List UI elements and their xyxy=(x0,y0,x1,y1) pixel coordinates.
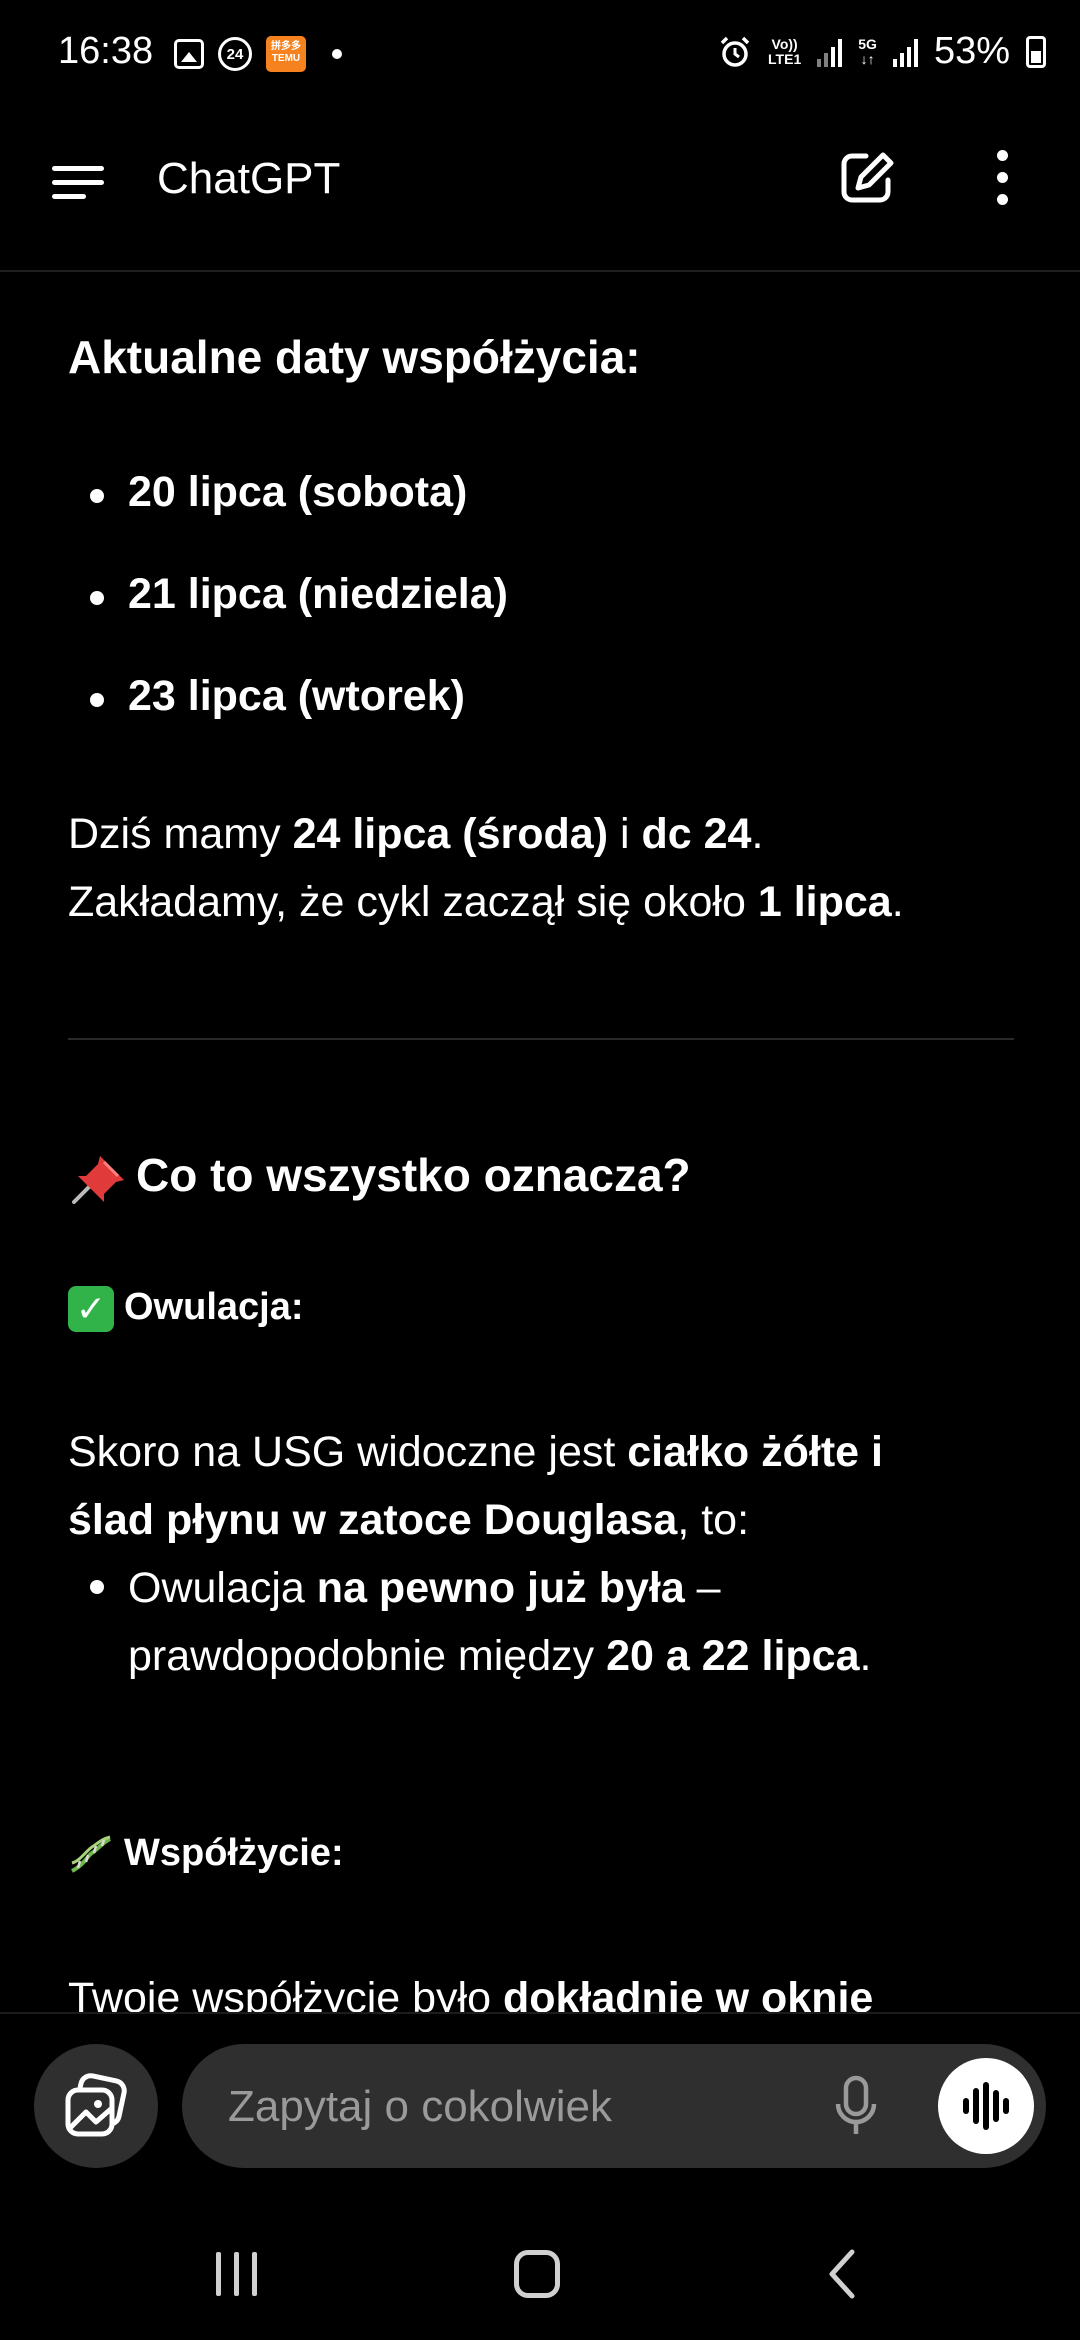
section-heading: Co to wszystko oznacza? xyxy=(68,1148,691,1206)
app-bar: ChatGPT xyxy=(0,110,1080,272)
more-vert-icon[interactable] xyxy=(990,150,1014,210)
home-button[interactable] xyxy=(514,2250,560,2298)
prompt-input[interactable]: Zapytaj o cokolwiek xyxy=(182,2044,1046,2168)
list-item: 23 lipca (wtorek) xyxy=(90,672,465,721)
check-mark-icon: ✓ xyxy=(68,1286,114,1332)
new-chat-icon[interactable] xyxy=(838,148,898,208)
more-notifications-dot xyxy=(332,49,342,59)
battery-percent: 53% xyxy=(933,30,1010,72)
alarm-icon xyxy=(720,36,750,67)
app-title: ChatGPT xyxy=(157,154,341,203)
voice-mode-button[interactable] xyxy=(938,2058,1034,2154)
signal-bars-2-icon xyxy=(892,37,918,67)
battery-icon xyxy=(1026,35,1046,68)
volte-indicator: Vo)) LTE1 xyxy=(768,35,802,67)
image-attach-icon xyxy=(65,2073,127,2137)
heading-dates: Aktualne daty współżycia: xyxy=(68,331,641,383)
recent-apps-button[interactable] xyxy=(214,2252,264,2296)
divider xyxy=(68,1038,1014,1040)
menu-icon[interactable] xyxy=(52,162,108,202)
system-icons: Vo)) LTE1 5G ↓↑ 53% xyxy=(718,30,1046,73)
list-item: 20 lipca (sobota) xyxy=(90,468,467,517)
usg-paragraph: Skoro na USG widoczne jest ciałko żółte … xyxy=(68,1428,883,1544)
temu-app-icon: 拼多多 TEMU xyxy=(266,36,306,72)
intercourse-heading: Współżycie: xyxy=(68,1832,344,1875)
signal-bars-1-icon xyxy=(817,37,843,67)
notification-icons: 24 拼多多 TEMU xyxy=(174,36,342,72)
list-item: Owulacja na pewno już była – prawdopodobn… xyxy=(90,1554,1010,1690)
ovulation-heading: ✓ Owulacja: xyxy=(68,1286,304,1332)
back-button[interactable] xyxy=(822,2246,862,2302)
composer-bar: Zapytaj o cokolwiek xyxy=(0,2012,1080,2214)
gallery-notification-icon xyxy=(174,39,204,69)
waveform-icon xyxy=(963,2082,1009,2130)
chat-message: Aktualne daty współżycia: 20 lipca (sobo… xyxy=(0,272,1080,2012)
today-paragraph: Dziś mamy 24 lipca (środa) i dc 24. Zakł… xyxy=(68,810,904,926)
system-nav-bar xyxy=(0,2212,1080,2340)
microphone-icon[interactable] xyxy=(834,2074,878,2138)
attach-button[interactable] xyxy=(34,2044,158,2168)
status-time: 16:38 xyxy=(58,30,154,72)
pushpin-icon xyxy=(72,1155,124,1204)
input-placeholder: Zapytaj o cokolwiek xyxy=(228,2082,612,2131)
5g-indicator: 5G ↓↑ xyxy=(858,35,877,67)
badge-24-icon: 24 xyxy=(218,37,252,71)
intercourse-paragraph: Twoje współżycie było dokładnie w oknie xyxy=(68,1974,874,2012)
status-bar: 16:38 24 拼多多 TEMU Vo)) LTE1 5G ↓↑ 53% xyxy=(0,0,1080,110)
dna-icon xyxy=(71,1835,111,1873)
list-item: 21 lipca (niedziela) xyxy=(90,570,508,619)
